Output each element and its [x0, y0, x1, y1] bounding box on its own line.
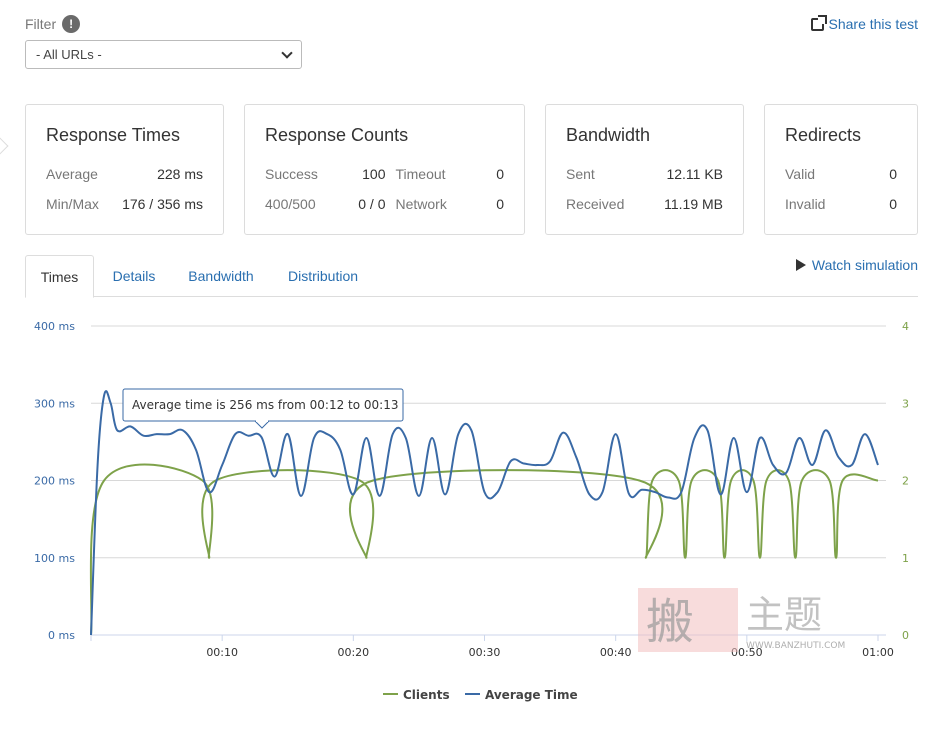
error-label: 400/500	[265, 196, 316, 212]
svg-text:WWW.BANZHUTI.COM: WWW.BANZHUTI.COM	[746, 641, 845, 651]
play-icon	[795, 259, 806, 271]
y-axis-left: 0 ms 100 ms 200 ms 300 ms 400 ms	[34, 320, 75, 642]
redirects-card: Redirects Valid 0 Invalid 0	[764, 104, 918, 235]
filter-label: Filter !	[25, 15, 81, 33]
sent-label: Sent	[566, 166, 595, 182]
y-right-tick-label: 4	[902, 320, 909, 333]
tab-times[interactable]: Times	[25, 255, 94, 298]
info-icon[interactable]: !	[62, 15, 81, 33]
watermark-logo: 搬 主题 WWW.BANZHUTI.COM	[638, 586, 868, 656]
tab-distribution[interactable]: Distribution	[277, 255, 369, 297]
share-test-label: Share this test	[828, 16, 919, 32]
response-counts-card: Response Counts Success 100 Timeout 0 40…	[244, 104, 525, 235]
watch-simulation-label: Watch simulation	[811, 257, 918, 273]
x-tick-label: 00:10	[206, 646, 238, 659]
legend-avg-label: Average Time	[485, 688, 578, 702]
average-label: Average	[46, 166, 98, 182]
y-left-tick-label: 400 ms	[34, 320, 75, 333]
chart-tabs: Times Details Bandwidth Distribution	[25, 255, 918, 298]
chart-legend: Clients Average Time	[383, 688, 578, 702]
tab-bandwidth[interactable]: Bandwidth	[177, 255, 265, 297]
sent-value: 12.11 KB	[666, 166, 723, 182]
card-title: Response Times	[46, 125, 181, 145]
y-left-tick-label: 300 ms	[34, 397, 75, 410]
tooltip-box	[122, 388, 404, 422]
timeout-value: 0	[496, 166, 505, 182]
y-axis-right: 0 1 2 3 4	[902, 320, 909, 642]
x-tick-label: 00:40	[600, 646, 632, 659]
y-right-tick-label: 3	[902, 397, 909, 410]
response-times-card: Response Times Average 228 ms Min/Max 17…	[25, 104, 224, 235]
tab-details[interactable]: Details	[100, 255, 168, 297]
tooltip-pointer	[253, 420, 271, 429]
url-filter-selected: - All URLs -	[36, 47, 102, 62]
legend-clients-label: Clients	[403, 688, 450, 702]
received-value: 11.19 MB	[664, 196, 723, 212]
bandwidth-card: Bandwidth Sent 12.11 KB Received 11.19 M…	[545, 104, 744, 235]
invalid-label: Invalid	[785, 196, 826, 212]
x-tick-label: 00:30	[469, 646, 501, 659]
success-value: 100	[362, 166, 386, 182]
valid-value: 0	[889, 166, 897, 182]
network-label: Network	[395, 196, 447, 212]
filter-label-text: Filter	[25, 16, 57, 32]
minmax-label: Min/Max	[46, 196, 99, 212]
url-filter-select[interactable]: - All URLs -	[25, 40, 302, 69]
y-right-tick-label: 1	[902, 552, 909, 565]
error-value: 0 / 0	[358, 196, 386, 212]
network-value: 0	[496, 196, 505, 212]
y-left-tick-label: 0 ms	[48, 629, 75, 642]
share-icon	[810, 14, 827, 31]
share-test-link[interactable]: Share this test	[810, 14, 919, 32]
svg-text:主题: 主题	[746, 593, 822, 637]
y-left-tick-label: 200 ms	[34, 475, 75, 488]
x-tick-label: 00:20	[337, 646, 369, 659]
received-label: Received	[566, 196, 625, 212]
valid-label: Valid	[785, 166, 816, 182]
y-right-tick-label: 0	[902, 629, 909, 642]
invalid-value: 0	[889, 196, 897, 212]
y-left-tick-label: 100 ms	[34, 552, 75, 565]
y-right-tick-label: 2	[902, 475, 909, 488]
chart-tooltip: Average time is 256 ms from 00:12 to 00:…	[122, 388, 404, 429]
svg-text:搬: 搬	[646, 594, 694, 650]
card-title: Bandwidth	[566, 125, 651, 145]
success-label: Success	[265, 166, 318, 182]
collapse-caret-icon[interactable]	[0, 137, 9, 155]
minmax-value: 176 / 356 ms	[122, 196, 203, 212]
card-title: Redirects	[785, 125, 862, 145]
card-title: Response Counts	[265, 125, 409, 145]
watch-simulation-link[interactable]: Watch simulation	[795, 257, 918, 273]
timeout-label: Timeout	[395, 166, 446, 182]
tooltip-text: Average time is 256 ms from 00:12 to 00:…	[132, 398, 398, 412]
chevron-down-icon	[281, 46, 293, 59]
watermark-svg: 搬 主题 WWW.BANZHUTI.COM	[638, 588, 845, 652]
average-value: 228 ms	[157, 166, 203, 182]
